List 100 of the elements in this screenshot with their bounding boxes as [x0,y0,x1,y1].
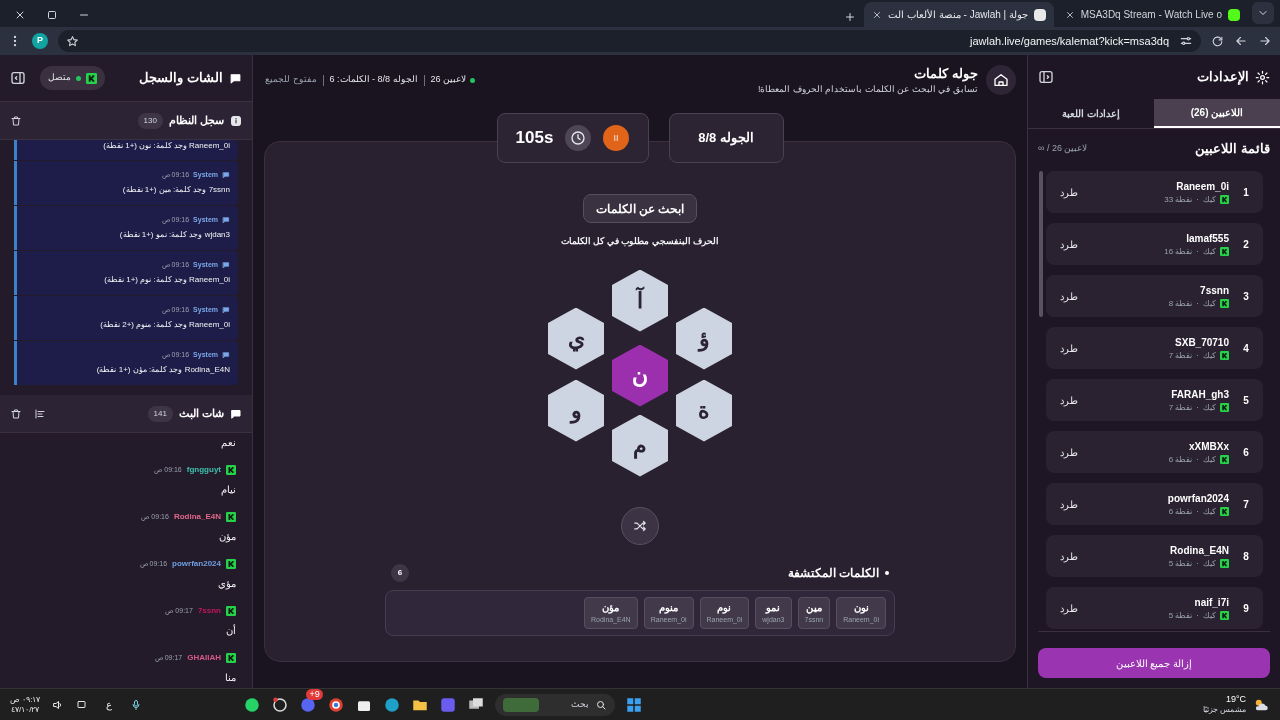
browser-tab[interactable]: MSA3Dq Stream - Watch Live o [1058,2,1248,27]
player-capacity: ∞ / 26 لاعبين [1038,142,1088,156]
section-title: الكلمات المكتشفة [787,564,879,582]
phone-chat-icon[interactable] [242,695,261,714]
reload-icon[interactable] [1211,34,1224,48]
platform-label: كيك [1203,401,1216,414]
chat-username: Rodina_E4N [173,511,221,523]
collapse-panel-icon[interactable] [10,70,26,86]
close-icon[interactable] [14,9,26,21]
chat-settings-icon[interactable] [34,407,46,420]
kick-logo-icon [1220,351,1229,360]
game-stat: الجوله 8/8 - الكلمات: 6 [329,73,418,87]
home-button[interactable] [986,65,1016,95]
chat-username: powrfan2024 [172,558,221,570]
separator-dot: · [1196,245,1199,258]
site-settings-icon[interactable] [1179,34,1193,48]
log-message: Raneem_0i وجد كلمة: منوم (+2 نقطة) [100,319,230,332]
platform-label: كيك [1203,505,1216,518]
pause-button[interactable] [603,125,630,151]
taskbar-search-field[interactable]: بحث [494,693,615,716]
search-icon [594,698,607,711]
scrollbar[interactable] [1039,171,1043,317]
platform-label: كيك [1203,349,1216,362]
bookmark-star-icon[interactable] [66,34,79,48]
kick-button[interactable]: طرد [1056,496,1082,512]
app-icon[interactable] [438,695,457,714]
kick-button[interactable]: طرد [1056,340,1082,356]
player-name: lamaf555 [1186,231,1229,246]
live-status-icon [470,77,476,83]
kick-logo-icon [1220,247,1229,256]
trash-icon[interactable] [10,407,22,420]
status-text: متصل [48,71,71,85]
network-icon[interactable] [76,698,89,711]
chat-bubble-icon [222,261,230,269]
letter-tile[interactable]: ؤ [676,307,732,370]
found-word: نوم [717,600,732,615]
platform-label: كيك [1203,245,1216,258]
kick-button[interactable]: طرد [1056,392,1082,408]
section-title: شات البث [178,406,224,422]
search-highlight-image [502,697,539,712]
letter-tile[interactable]: م [612,414,668,477]
kick-logo-icon [1220,455,1229,464]
letter-tile[interactable]: و [548,379,604,442]
address-bar[interactable]: jawlah.live/games/kalemat?kick=msa3dq [58,30,1201,52]
player-name: xXMBXx [1189,439,1229,454]
player-points: 8 نقطة [1168,297,1193,310]
timer-text: 105s [515,127,554,150]
forward-icon[interactable] [1258,34,1272,48]
log-message: Raneem_0i وجد كلمة: نون (+1 نقطة) [103,140,230,152]
shuffle-button[interactable] [621,506,659,545]
trash-icon[interactable] [10,114,22,127]
kick-logo-icon [226,512,236,522]
remove-all-players-button[interactable]: إزالة جميع اللاعبين [1038,648,1270,678]
search-placeholder: بحث [570,697,589,711]
browser-tab[interactable]: جولة | Jawlah - منصة الألعاب الت [864,2,1054,27]
player-points: 6 نقطة [1168,505,1193,518]
chrome-browser-icon[interactable] [326,695,345,714]
tab-list-button[interactable] [1252,2,1274,24]
close-icon[interactable] [1064,9,1075,20]
log-message: 7ssnn وجد كلمة: مين (+1 نقطة) [122,184,230,197]
letter-tile[interactable]: آ [612,269,668,332]
kick-button[interactable]: طرد [1056,600,1082,616]
player-name: 7ssnn [1200,283,1229,298]
section-title: قائمة اللاعبين [1195,140,1270,159]
input-language[interactable]: ع [106,697,113,712]
kick-button[interactable]: طرد [1056,288,1082,304]
kick-logo-icon [1220,611,1229,620]
game-title: جوله كلمات [913,64,978,83]
edge-browser-icon[interactable] [382,695,401,714]
player-name: SXB_70710 [1175,335,1229,350]
kick-button[interactable]: طرد [1056,548,1082,564]
game-stat: 26 لاعبين [430,73,467,87]
letter-tile[interactable]: ي [548,307,604,370]
letter-tile[interactable]: ن [612,344,668,407]
clock-date: ٤٧/١٠/٢٧ [11,704,40,715]
back-icon[interactable] [1234,34,1248,48]
chat-message: منا [225,671,236,685]
microphone-icon[interactable] [130,698,143,711]
restore-icon[interactable] [46,9,58,21]
chat-bubble-icon [222,216,230,224]
home-icon [993,72,1009,88]
separator-dot: · [1196,557,1199,570]
settings-tab[interactable]: اللاعبين (26) [1154,99,1280,128]
log-message: Raneem_0i وجد كلمة: نوم (+1 نقطة) [104,274,230,287]
new-tab-icon[interactable] [844,11,856,23]
collapse-panel-icon[interactable] [1038,69,1054,85]
letter-tile[interactable]: ة [676,379,732,442]
start-windows-icon[interactable] [624,695,643,714]
settings-tab[interactable]: إعدادات اللعبة [1028,99,1154,128]
kick-button[interactable]: طرد [1056,236,1082,252]
kick-button[interactable]: طرد [1056,184,1082,200]
close-icon[interactable] [872,9,882,20]
kick-logo-icon [1220,195,1229,204]
tab-title: جولة | Jawlah - منصة الألعاب الت [888,8,1028,22]
kick-button[interactable]: طرد [1056,444,1082,460]
clock[interactable]: ٠٩:١٧ ص ٤٧/١٠/٢٧ [10,694,41,715]
favicon-icon [1034,8,1046,21]
platform-label: كيك [1203,557,1216,570]
clock-app-icon[interactable] [270,695,289,714]
search-words-button[interactable]: ابحث عن الكلمات [582,194,698,223]
